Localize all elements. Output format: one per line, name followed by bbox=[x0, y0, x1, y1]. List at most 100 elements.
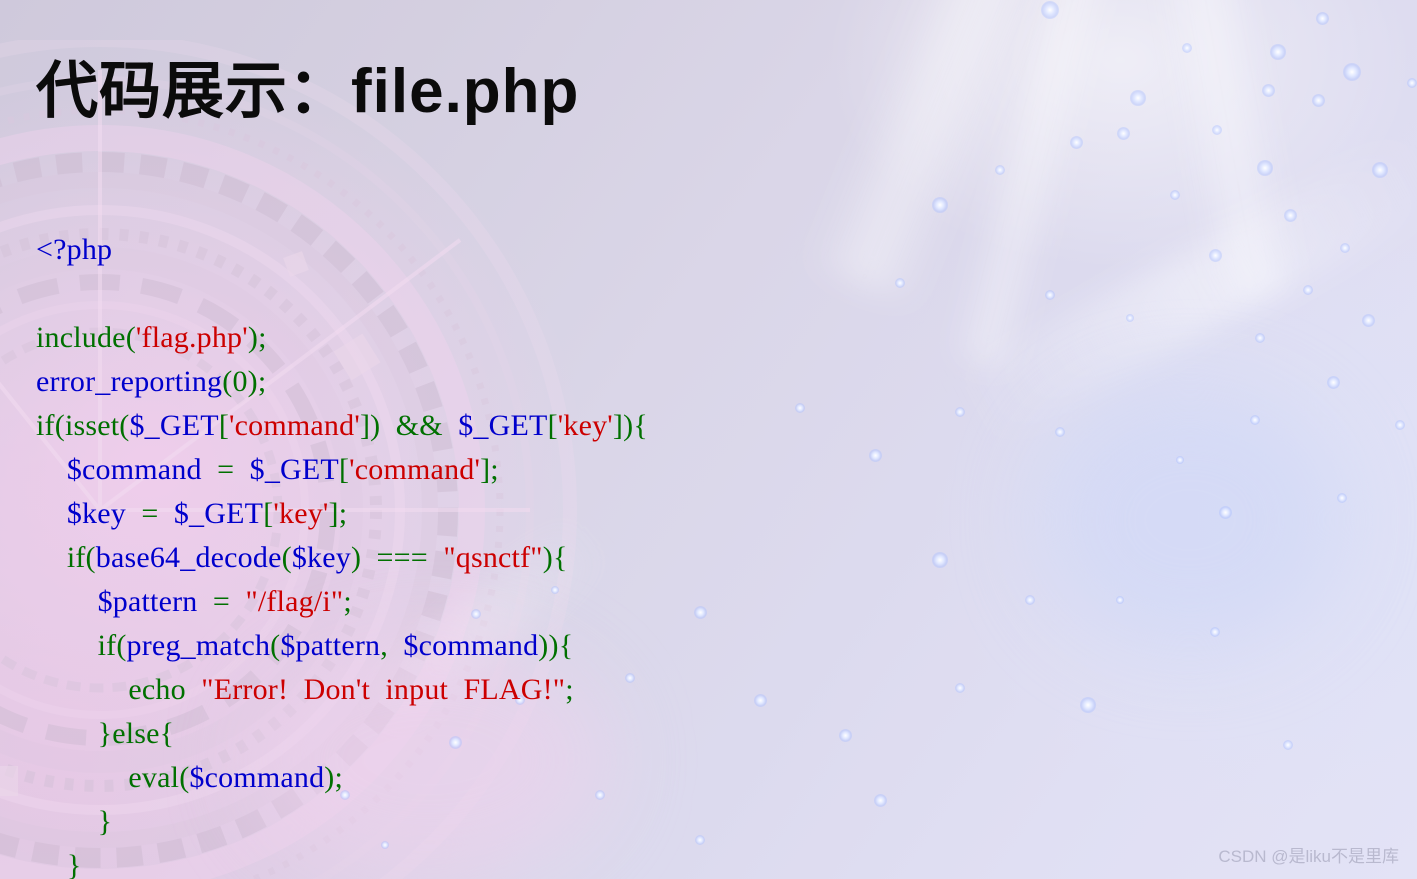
code-token: , bbox=[380, 629, 404, 662]
code-token: "Error! Don't input FLAG!" bbox=[201, 673, 566, 706]
star-particle bbox=[1249, 414, 1261, 426]
code-token: ( bbox=[281, 541, 292, 574]
star-particle bbox=[1130, 90, 1146, 106]
code-token: 'key' bbox=[557, 409, 613, 442]
code-token: [ bbox=[263, 497, 274, 530]
glow-blob-decoration bbox=[1040, 390, 1340, 650]
code-token: $command bbox=[403, 629, 539, 662]
light-streak-decoration bbox=[805, 0, 1075, 308]
code-token: ) bbox=[538, 629, 549, 662]
code-token: 'command' bbox=[349, 453, 481, 486]
code-token: ] bbox=[328, 497, 339, 530]
code-token: if bbox=[36, 409, 55, 442]
code-token: 'command' bbox=[229, 409, 360, 442]
star-particle bbox=[1208, 248, 1222, 262]
slide-canvas: 代码展示：file.php <?php include('flag.php');… bbox=[0, 0, 1417, 879]
code-line: } bbox=[36, 800, 648, 844]
code-token: [ bbox=[547, 409, 558, 442]
code-token: $_GET bbox=[249, 453, 339, 486]
code-token: [ bbox=[218, 409, 230, 442]
code-token: ( bbox=[125, 321, 136, 354]
code-token: ) bbox=[350, 541, 362, 574]
code-token: "qsnctf" bbox=[443, 541, 543, 574]
star-particle bbox=[954, 406, 966, 418]
light-streak-decoration bbox=[951, 132, 1417, 448]
code-token: && bbox=[395, 409, 443, 442]
code-token: = bbox=[125, 497, 174, 530]
code-line: include('flag.php'); bbox=[36, 316, 648, 360]
code-token: ] bbox=[612, 409, 624, 442]
code-token: { bbox=[552, 541, 568, 574]
code-token: ) bbox=[548, 629, 559, 662]
star-particle bbox=[1116, 126, 1130, 140]
csdn-watermark: CSDN @是liku不是里库 bbox=[1218, 847, 1399, 866]
star-particle bbox=[1176, 456, 1184, 464]
code-token: ; bbox=[490, 453, 499, 486]
star-particle bbox=[1315, 11, 1329, 25]
star-particle bbox=[1302, 284, 1314, 296]
code-token: ( bbox=[116, 629, 127, 662]
star-particle bbox=[1282, 739, 1294, 751]
code-token: $key bbox=[66, 497, 126, 530]
star-particle bbox=[873, 793, 887, 807]
star-particle bbox=[954, 682, 966, 694]
code-token: 'flag.php' bbox=[135, 321, 248, 354]
code-token: "/flag/i" bbox=[245, 585, 344, 618]
code-token: ) bbox=[324, 761, 335, 794]
code-token: <?php bbox=[36, 233, 113, 266]
code-token: ( bbox=[270, 629, 281, 662]
code-token: } bbox=[66, 849, 82, 879]
star-particle bbox=[1169, 189, 1181, 201]
star-particle bbox=[1116, 596, 1124, 604]
code-token: $_GET bbox=[458, 409, 548, 442]
star-particle bbox=[1024, 594, 1036, 606]
code-token: ( bbox=[85, 541, 96, 574]
code-token: ; bbox=[338, 497, 348, 530]
code-line: if(preg_match($pattern, $command)){ bbox=[36, 624, 648, 668]
code-token: $pattern bbox=[97, 585, 198, 618]
code-token: error_reporting bbox=[36, 365, 223, 398]
code-token: ) bbox=[370, 409, 381, 442]
code-token: } bbox=[97, 805, 113, 838]
code-token: ) bbox=[623, 409, 634, 442]
code-token: $_GET bbox=[173, 497, 264, 530]
star-particle bbox=[1372, 162, 1388, 178]
code-token: $pattern bbox=[280, 629, 381, 662]
code-token: $key bbox=[291, 541, 351, 574]
code-token: ; bbox=[257, 365, 267, 398]
star-particle bbox=[1054, 426, 1066, 438]
code-token: ( bbox=[179, 761, 190, 794]
code-line: if(isset($_GET['command']) && $_GET['key… bbox=[36, 404, 648, 448]
star-particle bbox=[1181, 42, 1193, 54]
star-particle bbox=[838, 728, 852, 742]
code-line: echo "Error! Don't input FLAG!"; bbox=[36, 668, 648, 712]
code-token: { bbox=[633, 409, 648, 442]
code-line: if(base64_decode($key) === "qsnctf"){ bbox=[36, 536, 648, 580]
star-particle bbox=[1040, 0, 1060, 20]
code-token: if bbox=[66, 541, 86, 574]
code-token: base64_decode bbox=[95, 541, 282, 574]
code-token: echo bbox=[128, 673, 186, 706]
star-particle bbox=[1336, 492, 1348, 504]
star-particle bbox=[1261, 83, 1275, 97]
star-particle bbox=[1080, 697, 1096, 713]
code-token: preg_match bbox=[126, 629, 271, 662]
star-particle bbox=[868, 448, 882, 462]
star-particle bbox=[794, 402, 806, 414]
code-token: eval bbox=[128, 761, 180, 794]
code-line: $command = $_GET['command']; bbox=[36, 448, 648, 492]
code-token: include bbox=[36, 321, 126, 354]
star-particle bbox=[1211, 124, 1223, 136]
star-particle bbox=[1406, 77, 1417, 89]
code-token: ) bbox=[542, 541, 553, 574]
star-particle bbox=[1044, 289, 1056, 301]
star-particle bbox=[1254, 332, 1266, 344]
